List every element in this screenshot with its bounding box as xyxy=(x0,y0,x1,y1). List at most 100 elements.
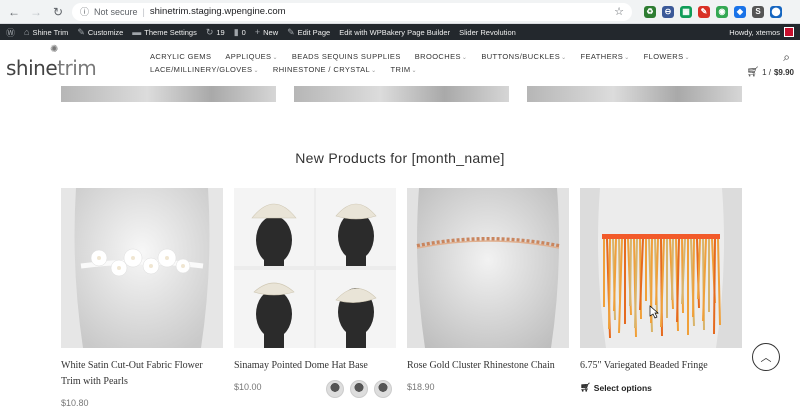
swatch-option[interactable] xyxy=(326,380,344,398)
nav-item-label: TRIM xyxy=(390,65,411,74)
color-swatches xyxy=(326,380,392,398)
banner-image-left[interactable] xyxy=(61,86,276,102)
chevron-down-icon: ⌄ xyxy=(561,55,567,61)
bookmark-star-icon[interactable]: ☆ xyxy=(614,5,624,18)
nav-item[interactable]: RHINESTONE / CRYSTAL⌄ xyxy=(273,65,377,74)
nav-item-label: BROOCHES xyxy=(414,52,461,61)
chevron-down-icon: ⌄ xyxy=(624,55,630,61)
chevron-up-icon: ︿ xyxy=(760,352,772,364)
nav-item[interactable]: ACRYLIC GEMS xyxy=(150,52,211,61)
edit-page-link[interactable]: ✎ Edit Page xyxy=(287,27,330,38)
product-image[interactable] xyxy=(61,188,223,348)
chevron-down-icon: ⌄ xyxy=(684,55,690,61)
customize-link[interactable]: ✎ Customize xyxy=(77,27,123,38)
sun-icon: ✺ xyxy=(50,44,59,55)
home-icon: ⌂ xyxy=(24,27,30,37)
site-name-link[interactable]: ⌂ Shine Trim xyxy=(24,27,68,37)
swatch-option[interactable] xyxy=(374,380,392,398)
nav-item-label: BEADS SEQUINS SUPPLIES xyxy=(291,52,401,61)
product-card[interactable]: Sinamay Pointed Dome Hat Base $10.00 xyxy=(234,188,396,398)
info-icon[interactable]: ⓘ xyxy=(80,5,89,18)
ext-1-icon[interactable]: ♻ xyxy=(644,5,656,18)
cart-icon: 🛒︎ xyxy=(580,382,591,392)
product-image[interactable] xyxy=(407,188,569,348)
chevron-down-icon: ⌄ xyxy=(461,55,468,61)
ext-8-icon[interactable]: ⬤ xyxy=(770,5,782,18)
select-options-button[interactable]: 🛒︎ Select options xyxy=(580,382,742,393)
product-name[interactable]: White Satin Cut-Out Fabric Flower Trim w… xyxy=(61,358,223,390)
product-card[interactable]: Rose Gold Cluster Rhinestone Chain $18.9… xyxy=(407,188,569,392)
updates-link[interactable]: ↻ 19 xyxy=(206,27,225,38)
product-price: $10.80 xyxy=(61,398,89,408)
pencil-icon: ✎ xyxy=(287,26,295,37)
reload-icon[interactable]: ↻ xyxy=(50,4,66,20)
nav-item[interactable]: APPLIQUES⌄ xyxy=(225,52,278,61)
slider-revolution-link[interactable]: Slider Revolution xyxy=(459,28,516,37)
nav-item[interactable]: BEADS SEQUINS SUPPLIES xyxy=(292,52,401,61)
nav-item[interactable]: LACE/MILLINERY/GLOVES⌄ xyxy=(150,65,259,74)
product-image[interactable] xyxy=(580,188,742,348)
theme-settings-link[interactable]: ▬ Theme Settings xyxy=(132,27,197,37)
nav-item-label: FEATHERS xyxy=(580,52,624,61)
new-label: New xyxy=(263,27,279,37)
new-link[interactable]: + New xyxy=(255,27,278,37)
chevron-down-icon: ⌄ xyxy=(371,68,377,74)
section-title: New Products for [month_name] xyxy=(295,150,505,166)
swatch-option[interactable] xyxy=(350,380,368,398)
wp-admin-bar: Ⓦ ⌂ Shine Trim ✎ Customize ▬ Theme Settings… xyxy=(0,24,800,40)
logo-trim: trim xyxy=(57,56,97,80)
banner-image-middle[interactable] xyxy=(294,86,509,102)
address-bar[interactable]: ⓘ Not secure | shinetrim.staging.wpengin… xyxy=(72,2,632,21)
url-text[interactable]: shinetrim.staging.wpengine.com xyxy=(150,6,286,17)
nav-item[interactable]: TRIM⌄ xyxy=(391,65,417,74)
banner-image-right[interactable] xyxy=(527,86,742,102)
wpbakery-link[interactable]: Edit with WPBakery Page Builder xyxy=(339,28,450,37)
site-name-label: Shine Trim xyxy=(32,27,69,37)
site-logo[interactable]: ✺ shinetrim xyxy=(6,44,97,80)
nav-item-label: ACRYLIC GEMS xyxy=(150,52,212,61)
comment-icon: ▮ xyxy=(233,26,239,37)
search-icon[interactable]: ⌕ xyxy=(783,50,790,65)
account-menu[interactable]: Howdy, xtemos xyxy=(729,27,794,37)
product-image[interactable] xyxy=(234,188,396,348)
nav-item-label: APPLIQUES xyxy=(225,52,272,61)
product-name[interactable]: Rose Gold Cluster Rhinestone Chain xyxy=(407,358,569,374)
extensions-row: ♻ ⊖ ▦ ✎ ◉ ◆ S ⬤ xyxy=(644,5,782,18)
nav-item[interactable]: FLOWERS⌄ xyxy=(644,52,690,61)
forward-icon[interactable]: → xyxy=(28,4,44,20)
wordpress-logo-icon[interactable]: Ⓦ xyxy=(6,26,15,39)
nav-item[interactable]: BROOCHES⌄ xyxy=(415,52,468,61)
avatar xyxy=(784,27,794,37)
product-name[interactable]: Sinamay Pointed Dome Hat Base xyxy=(234,358,396,374)
chevron-down-icon: ⌄ xyxy=(411,68,417,74)
scroll-to-top-button[interactable]: ︿ xyxy=(752,343,780,371)
nav-item[interactable]: FEATHERS⌄ xyxy=(581,52,630,61)
back-icon[interactable]: ← xyxy=(6,4,22,20)
refresh-icon: ↻ xyxy=(205,26,214,37)
ext-6-icon[interactable]: ◆ xyxy=(734,5,746,18)
browser-toolbar: ← → ↻ ⓘ Not secure | shinetrim.staging.w… xyxy=(0,0,800,24)
ext-4-icon[interactable]: ✎ xyxy=(698,5,710,18)
cart-count: 1 / xyxy=(762,68,771,77)
comments-link[interactable]: ▮ 0 xyxy=(234,27,246,38)
cart-widget[interactable]: 🛒︎ 1 / $9.90 xyxy=(746,67,794,78)
separator: | xyxy=(142,6,145,17)
theme-settings-label: Theme Settings xyxy=(144,27,197,37)
product-card[interactable]: White Satin Cut-Out Fabric Flower Trim w… xyxy=(61,188,223,408)
nav-item-label: RHINESTONE / CRYSTAL xyxy=(272,65,371,74)
chevron-down-icon: ⌄ xyxy=(272,55,278,61)
ext-5-icon[interactable]: ◉ xyxy=(716,5,728,18)
ext-7-icon[interactable]: S xyxy=(752,5,764,18)
chevron-down-icon: ⌄ xyxy=(253,68,259,74)
plus-icon: + xyxy=(254,27,261,37)
product-card[interactable]: 6.75" Variegated Beaded Fringe 🛒︎ Select… xyxy=(580,188,742,393)
ext-3-icon[interactable]: ▦ xyxy=(680,5,692,18)
customize-label: Customize xyxy=(87,27,124,37)
ext-2-icon[interactable]: ⊖ xyxy=(662,5,674,18)
select-options-label: Select options xyxy=(593,382,652,393)
edit-page-label: Edit Page xyxy=(297,27,331,37)
product-name[interactable]: 6.75" Variegated Beaded Fringe xyxy=(580,358,742,374)
site-header: ✺ shinetrim ACRYLIC GEMS APPLIQUES⌄ BEADS … xyxy=(0,40,800,86)
nav-item[interactable]: BUTTONS/BUCKLES⌄ xyxy=(481,52,566,61)
nav-item-label: FLOWERS xyxy=(643,52,684,61)
